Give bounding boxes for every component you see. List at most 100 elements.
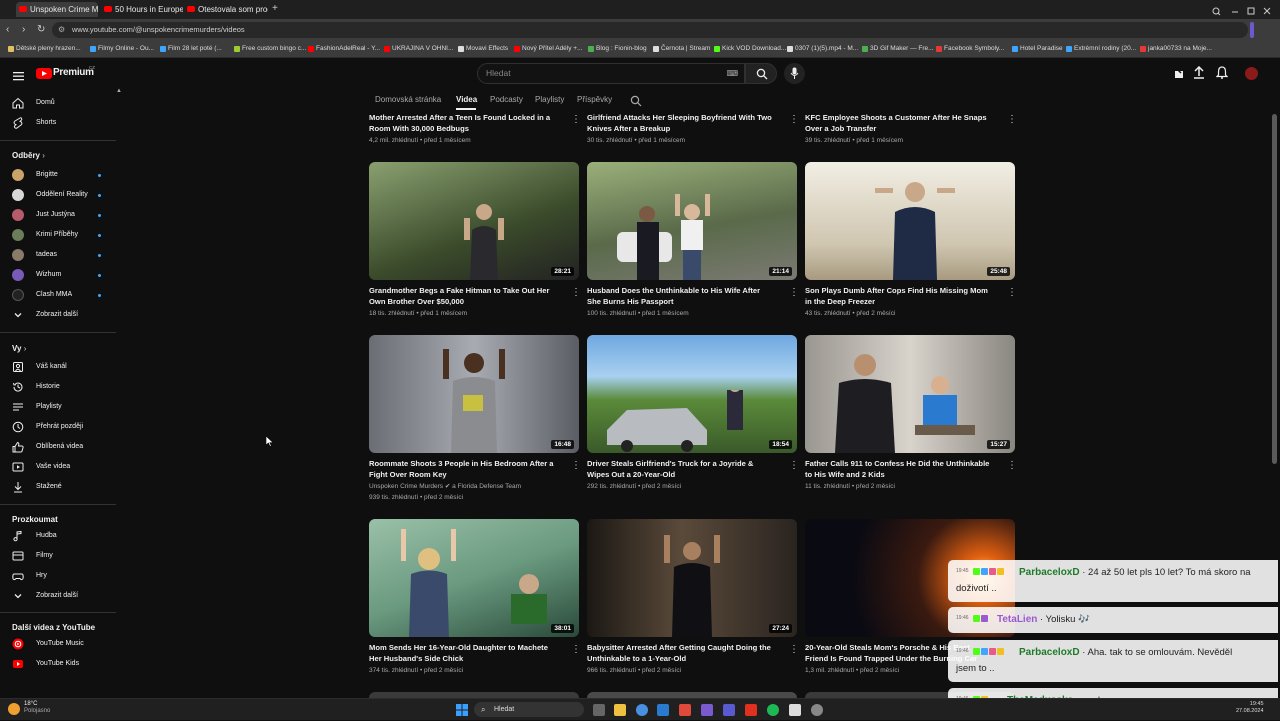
sidebar-item-playlists[interactable]: Playlisty — [12, 398, 114, 416]
you-heading[interactable]: Vy › — [12, 344, 26, 353]
video-title[interactable]: Father Calls 911 to Confess He Did the U… — [805, 459, 990, 480]
channel-name[interactable]: Unspoken Crime Murders — [369, 483, 443, 490]
video-thumbnail[interactable]: 25:48 — [805, 162, 1015, 280]
browser-tab[interactable]: Unspoken Crime Murders — [16, 2, 98, 17]
video-thumbnail[interactable]: 16:48 — [369, 335, 579, 453]
app-icon[interactable] — [811, 704, 823, 716]
sidebar-item-liked-videos[interactable]: Oblíbená videa — [12, 438, 114, 456]
back-icon[interactable]: ‹ — [6, 23, 9, 37]
sidebar-item-gaming[interactable]: Hry — [12, 567, 114, 585]
app-icon[interactable] — [679, 704, 691, 716]
obs-icon[interactable] — [745, 704, 757, 716]
video-title[interactable]: KFC Employee Shoots a Customer After He … — [805, 113, 990, 134]
sidebar-item-your-videos[interactable]: Vaše videa — [12, 458, 114, 476]
more-actions-icon[interactable]: ⋮ — [571, 115, 581, 125]
show-more-button[interactable]: Zobrazit další — [12, 587, 114, 605]
taskbar-search-input[interactable]: ⌕ Hledat — [474, 702, 584, 717]
weather-widget[interactable]: 18°C Polojasno — [24, 701, 50, 715]
url-input[interactable]: ⚙ www.youtube.com/@unspokencrimemurders/… — [52, 22, 1248, 38]
video-thumbnail[interactable]: 27:24 — [587, 519, 797, 637]
video-title[interactable]: Driver Steals Girlfriend's Truck for a J… — [587, 459, 772, 480]
sidebar-item-youtube-kids[interactable]: YouTube Kids — [12, 655, 114, 673]
sidebar-item-movies[interactable]: Filmy — [12, 547, 114, 565]
sidebar-item-youtube-music[interactable]: YouTube Music — [12, 635, 114, 653]
app-icon[interactable] — [701, 704, 713, 716]
more-actions-icon[interactable]: ⋮ — [571, 645, 581, 655]
upload-icon[interactable] — [1193, 65, 1205, 79]
voice-search-button[interactable] — [784, 63, 805, 84]
sidebar-item-home[interactable]: Domů — [12, 94, 114, 112]
bookmark[interactable]: Film 28 let poté (... — [160, 43, 222, 55]
file-explorer-icon[interactable] — [614, 704, 626, 716]
video-thumbnail[interactable]: 38:01 — [369, 519, 579, 637]
bookmark[interactable]: Extrémní rodiny (20... — [1066, 43, 1136, 55]
more-actions-icon[interactable]: ⋮ — [1007, 115, 1017, 125]
video-thumbnail[interactable]: 18:54 — [587, 335, 797, 453]
tab-home[interactable]: Domovská stránka — [375, 95, 441, 105]
app-icon[interactable] — [789, 704, 801, 716]
video-title[interactable]: Son Plays Dumb After Cops Find His Missi… — [805, 286, 990, 307]
more-actions-icon[interactable]: ⋮ — [1007, 288, 1017, 298]
sidebar-item-subscription[interactable]: Clash MMA — [12, 286, 114, 304]
video-title[interactable]: Mom Sends Her 16-Year-Old Daughter to Ma… — [369, 643, 554, 664]
more-actions-icon[interactable]: ⋮ — [1007, 461, 1017, 471]
bookmark[interactable]: UKRAJINA V OHNI... — [384, 43, 453, 55]
page-scrollbar[interactable] — [1272, 114, 1277, 464]
more-actions-icon[interactable]: ⋮ — [571, 461, 581, 471]
video-title[interactable]: Mother Arrested After a Teen Is Found Lo… — [369, 113, 554, 134]
video-thumbnail[interactable]: 15:27 — [805, 335, 1015, 453]
show-more-button[interactable]: Zobrazit další — [12, 306, 114, 324]
search-input[interactable]: Hledat ⌨ — [477, 63, 745, 84]
sidebar-item-subscription[interactable]: Wizhum — [12, 266, 114, 284]
subscriptions-heading[interactable]: Odběry › — [12, 151, 45, 160]
more-actions-icon[interactable]: ⋮ — [571, 288, 581, 298]
sidebar-item-your-channel[interactable]: Váš kanál — [12, 358, 114, 376]
sidebar-item-shorts[interactable]: Shorts — [12, 114, 114, 132]
bookmark[interactable]: Facebook Symboly... — [936, 43, 1004, 55]
bookmark[interactable]: Hotel Paradise — [1012, 43, 1063, 55]
bookmark[interactable]: Nový Přítel Adély +... — [514, 43, 583, 55]
new-tab-button[interactable]: + — [272, 3, 278, 15]
avatar[interactable] — [1245, 67, 1258, 80]
video-title[interactable]: Husband Does the Unthinkable to His Wife… — [587, 286, 772, 307]
tab-podcasts[interactable]: Podcasty — [490, 95, 523, 105]
video-title[interactable]: Girlfriend Attacks Her Sleeping Boyfrien… — [587, 113, 772, 134]
browser-tab[interactable]: 50 Hours in Europe's Mo — [101, 2, 183, 17]
task-view-icon[interactable] — [593, 704, 605, 716]
bookmark[interactable]: Free custom bingo c... — [234, 43, 306, 55]
sidebar-item-subscription[interactable]: Just Justýna — [12, 206, 114, 224]
system-clock[interactable]: 19:45 27.08.2024 — [1236, 701, 1264, 715]
bookmark[interactable]: Filmy Online - Ou... — [90, 43, 154, 55]
create-icon[interactable] — [1173, 67, 1185, 79]
reload-icon[interactable]: ↻ — [37, 23, 45, 37]
sidebar-item-watch-later[interactable]: Přehrát později — [12, 418, 114, 436]
forward-icon[interactable]: › — [22, 23, 25, 37]
more-actions-icon[interactable]: ⋮ — [789, 115, 799, 125]
bookmark[interactable]: FashionAdelReal - Y... — [308, 43, 380, 55]
video-thumbnail[interactable]: 21:14 — [587, 162, 797, 280]
bookmark[interactable]: 0307 (1)(5).mp4 - M... — [787, 43, 858, 55]
steam-icon[interactable] — [657, 704, 669, 716]
video-title[interactable]: Babysitter Arrested After Getting Caught… — [587, 643, 772, 664]
bookmark[interactable]: janka00733 na Moje... — [1140, 43, 1212, 55]
sidebar-scroll-up-icon[interactable]: ▲ — [116, 88, 122, 94]
spotify-icon[interactable] — [767, 704, 779, 716]
tab-posts[interactable]: Příspěvky — [577, 95, 612, 105]
sidebar-item-downloads[interactable]: Stažené — [12, 478, 114, 496]
chrome-icon[interactable] — [636, 704, 648, 716]
bookmark[interactable]: Černota | Stream — [653, 43, 710, 55]
bookmark[interactable]: Movavi Effects — [458, 43, 508, 55]
bookmark[interactable]: Kick VOD Download... — [714, 43, 786, 55]
sidebar-item-music[interactable]: Hudba — [12, 527, 114, 545]
more-actions-icon[interactable]: ⋮ — [789, 645, 799, 655]
tab-videos[interactable]: Videa — [456, 95, 477, 105]
sidebar-item-subscription[interactable]: Oddělení Reality — [12, 186, 114, 204]
more-actions-icon[interactable]: ⋮ — [789, 288, 799, 298]
start-button[interactable] — [456, 703, 468, 716]
sidebar-item-subscription[interactable]: tadeas — [12, 246, 114, 264]
bookmark[interactable]: Dětské pleny hrazen... — [8, 43, 81, 55]
video-title[interactable]: Grandmother Begs a Fake Hitman to Take O… — [369, 286, 554, 307]
discord-icon[interactable] — [723, 704, 735, 716]
more-actions-icon[interactable]: ⋮ — [789, 461, 799, 471]
bookmark[interactable]: Blog : Fionin-blog — [588, 43, 647, 55]
